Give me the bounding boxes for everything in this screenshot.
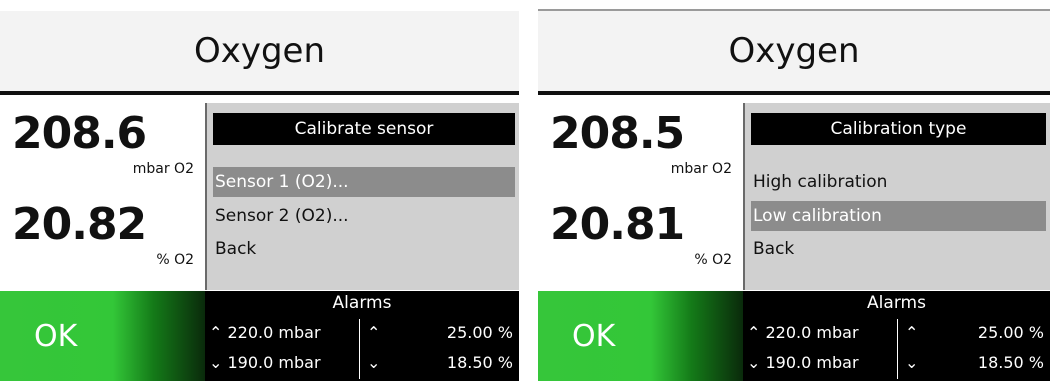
device-screen-left: Oxygen 208.6 mbar O2 20.82 % O2 Calibrat… [0, 0, 519, 381]
reading-mbar-unit: mbar O2 [670, 161, 732, 177]
reading-percent-unit: % O2 [156, 252, 194, 268]
calibrate-sensor-dialog: Calibrate sensor Sensor 1 (O2)... Sensor… [205, 103, 519, 290]
alarms-panel: Alarms ⌃ 220.0 mbar ⌃ 25.00 % ⌄ 190.0 mb… [743, 291, 1050, 381]
title-bar: Oxygen [0, 11, 519, 95]
menu-item-high-calibration[interactable]: High calibration [751, 167, 1046, 197]
menu-item-sensor-1[interactable]: Sensor 1 (O2)... [213, 167, 515, 197]
alarms-panel: Alarms ⌃ 220.0 mbar ⌃ 25.00 % ⌄ 190.0 mb… [205, 291, 519, 381]
chevron-up-icon: ⌃ [209, 323, 223, 342]
alarm-high-row: ⌃ 220.0 mbar ⌃ 25.00 % [205, 319, 519, 349]
menu-item-back[interactable]: Back [213, 234, 515, 264]
dialog-title: Calibration type [751, 113, 1046, 145]
chevron-down-icon: ⌄ [747, 353, 761, 372]
menu-item-back[interactable]: Back [751, 234, 1046, 264]
dialog-title: Calibrate sensor [213, 113, 515, 145]
alarm-low-mbar: ⌄ 190.0 mbar [747, 353, 859, 372]
screen-title: Oxygen [728, 31, 860, 71]
alarm-high-mbar: ⌃ 220.0 mbar [747, 323, 859, 342]
alarm-low-row: ⌄ 190.0 mbar ⌄ 18.50 % [743, 349, 1050, 379]
title-bar: Oxygen [538, 11, 1050, 95]
chevron-down-icon: ⌄ [367, 353, 381, 372]
reading-mbar-unit: mbar O2 [132, 161, 194, 177]
reading-mbar-value: 208.5 [550, 108, 685, 159]
divider [897, 319, 898, 349]
ok-button[interactable]: OK [0, 291, 205, 381]
reading-percent-unit: % O2 [694, 252, 732, 268]
device-screen-right: Oxygen 208.5 mbar O2 20.81 % O2 Calibrat… [538, 0, 1050, 381]
readings-panel: 208.5 mbar O2 20.81 % O2 [538, 95, 738, 290]
readings-panel: 208.6 mbar O2 20.82 % O2 [0, 95, 200, 290]
ok-button[interactable]: OK [538, 291, 743, 381]
reading-percent-value: 20.81 [550, 199, 685, 250]
alarm-high-mbar: ⌃ 220.0 mbar [209, 323, 321, 342]
menu-item-low-calibration[interactable]: Low calibration [751, 201, 1046, 231]
alarms-title: Alarms [332, 293, 392, 313]
alarm-high-percent: 25.00 % [446, 323, 513, 342]
ok-label: OK [572, 318, 616, 354]
chevron-down-icon: ⌄ [209, 353, 223, 372]
divider [897, 349, 898, 379]
calibration-type-dialog: Calibration type High calibration Low ca… [743, 103, 1050, 290]
alarms-title: Alarms [867, 293, 926, 313]
chevron-up-icon: ⌃ [747, 323, 761, 342]
reading-percent-value: 20.82 [12, 199, 147, 250]
divider [359, 319, 360, 349]
alarm-low-percent: 18.50 % [977, 353, 1044, 372]
divider [359, 349, 360, 379]
chevron-up-icon: ⌃ [905, 323, 919, 342]
chevron-up-icon: ⌃ [367, 323, 381, 342]
alarm-low-percent: 18.50 % [446, 353, 513, 372]
menu-item-sensor-2[interactable]: Sensor 2 (O2)... [213, 201, 515, 231]
alarm-low-mbar: ⌄ 190.0 mbar [209, 353, 321, 372]
reading-mbar-value: 208.6 [12, 108, 147, 159]
alarm-high-row: ⌃ 220.0 mbar ⌃ 25.00 % [743, 319, 1050, 349]
chevron-down-icon: ⌄ [905, 353, 919, 372]
alarm-low-row: ⌄ 190.0 mbar ⌄ 18.50 % [205, 349, 519, 379]
ok-label: OK [34, 318, 78, 354]
alarm-high-percent: 25.00 % [977, 323, 1044, 342]
screen-title: Oxygen [193, 31, 326, 71]
